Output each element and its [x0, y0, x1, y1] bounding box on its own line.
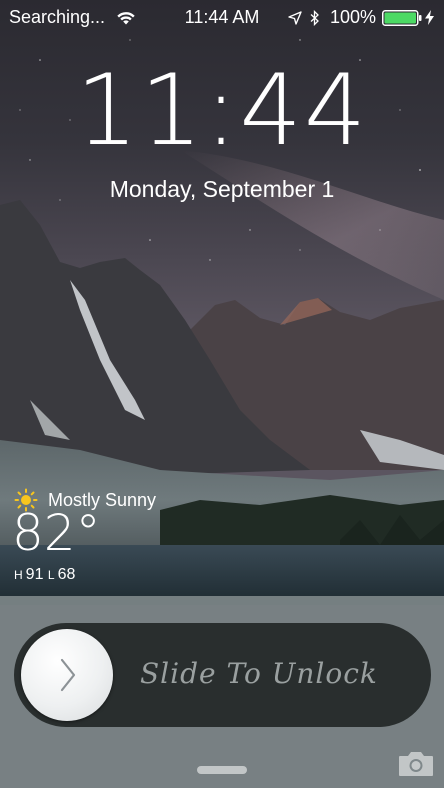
- weather-temperature: 82°: [12, 504, 101, 562]
- location-arrow-icon: [288, 10, 302, 25]
- chevron-right-icon: [60, 658, 76, 692]
- high-label: H: [14, 568, 23, 582]
- weather-widget: Mostly Sunny 82° H 91 L 68: [12, 486, 214, 586]
- battery-percent: 100%: [329, 7, 376, 27]
- charging-bolt-icon: [425, 10, 434, 25]
- slide-to-unlock-label: Slide To Unlock: [140, 657, 378, 690]
- status-right: 100%: [288, 7, 434, 28]
- bluetooth-icon: [310, 9, 319, 26]
- grabber-icon[interactable]: [197, 766, 247, 774]
- low-value: 68: [57, 566, 76, 583]
- slide-to-unlock-track[interactable]: Slide To Unlock: [14, 623, 431, 727]
- status-bar: Searching... 11:44 AM 100%: [0, 0, 444, 34]
- lock-date: Monday, September 1: [109, 176, 335, 202]
- weather-high-low: H 91 L 68: [14, 566, 75, 584]
- low-label: L: [47, 568, 55, 582]
- lock-clock-time: 11:44: [75, 54, 369, 168]
- unlock-slider-knob[interactable]: [21, 629, 113, 721]
- battery-icon: [382, 9, 422, 26]
- camera-icon[interactable]: [397, 748, 435, 778]
- high-value: 91: [25, 566, 44, 583]
